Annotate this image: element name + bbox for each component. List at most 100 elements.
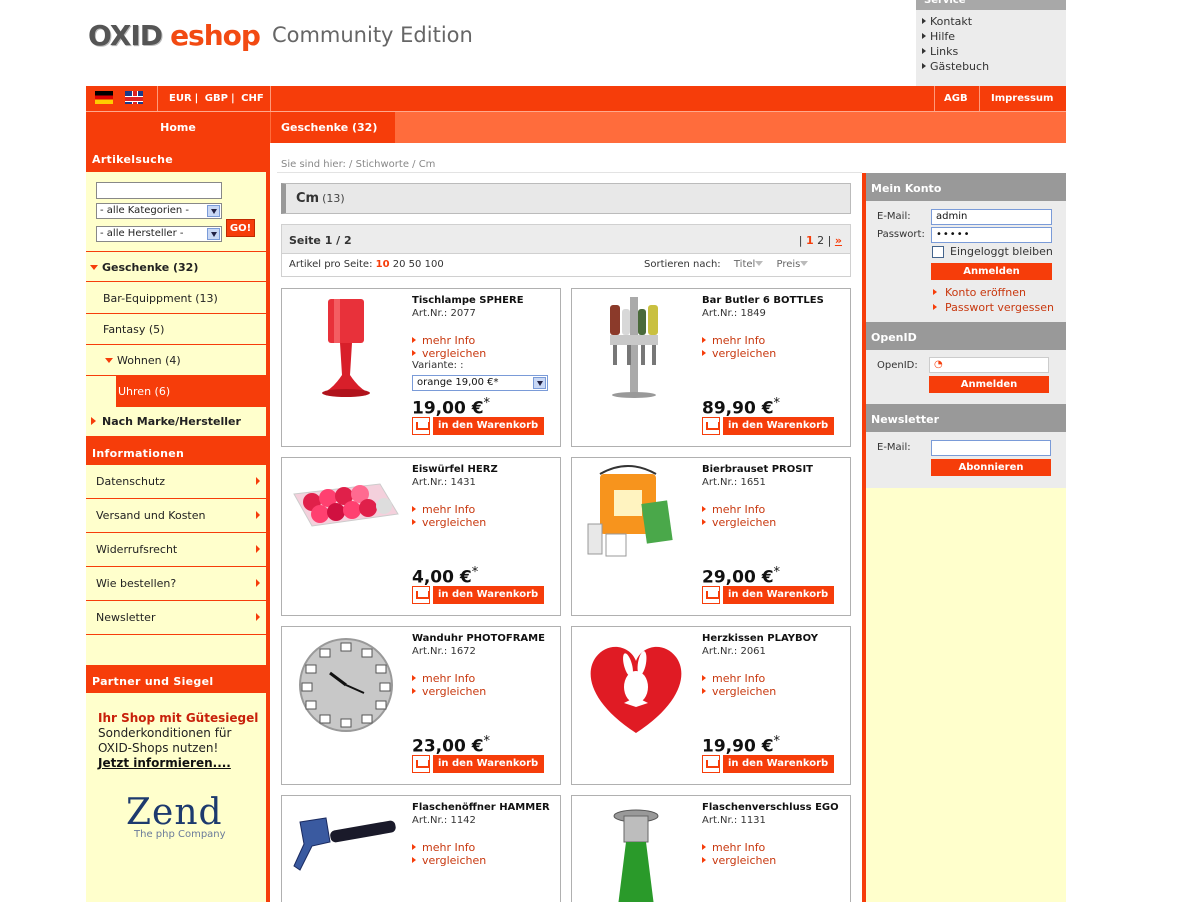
subscribe-button[interactable]: Abonnieren — [931, 459, 1051, 476]
per-page-20[interactable]: 20 — [393, 259, 406, 270]
compare-link[interactable]: vergleichen — [412, 516, 486, 529]
info-link-datenschutz[interactable]: Datenschutz — [86, 465, 266, 499]
product-name[interactable]: Herzkissen PLAYBOY — [702, 633, 818, 644]
cart-icon[interactable] — [412, 417, 430, 435]
compare-link[interactable]: vergleichen — [412, 854, 486, 867]
add-to-cart-button[interactable]: in den Warenkorb — [433, 417, 545, 435]
product-name[interactable]: Bar Butler 6 BOTTLES — [702, 295, 824, 306]
shop-logo[interactable]: OXID eshop Community Edition — [88, 18, 473, 52]
more-info-link[interactable]: mehr Info — [702, 672, 765, 685]
add-to-cart[interactable]: in den Warenkorb — [702, 417, 835, 435]
newsletter-email-input[interactable] — [931, 440, 1051, 456]
openid-input[interactable]: ◔ — [929, 357, 1049, 373]
add-to-cart-button[interactable]: in den Warenkorb — [723, 417, 835, 435]
category-geschenke[interactable]: Geschenke (32) — [86, 251, 266, 282]
variant-select[interactable]: orange 19,00 €* — [412, 375, 548, 391]
category-manufacturer[interactable]: Nach Marke/Hersteller — [86, 407, 266, 437]
product-image-wall-clock[interactable] — [290, 633, 402, 738]
product-name[interactable]: Eiswürfel HERZ — [412, 464, 498, 475]
more-info-link[interactable]: mehr Info — [412, 503, 475, 516]
compare-link[interactable]: vergleichen — [702, 516, 776, 529]
cart-icon[interactable] — [412, 755, 430, 773]
product-image-ice-hearts[interactable] — [290, 464, 402, 569]
more-info-link[interactable]: mehr Info — [702, 841, 765, 854]
cart-icon[interactable] — [412, 586, 430, 604]
cart-icon[interactable] — [702, 417, 720, 435]
add-to-cart[interactable]: in den Warenkorb — [412, 586, 545, 604]
forgot-password-link[interactable]: Passwort vergessen — [933, 301, 1054, 314]
add-to-cart[interactable]: in den Warenkorb — [412, 755, 545, 773]
zend-logo[interactable]: Zend The php Company — [126, 792, 226, 840]
compare-link[interactable]: vergleichen — [412, 347, 486, 360]
more-info-link[interactable]: mehr Info — [412, 334, 475, 347]
add-to-cart-button[interactable]: in den Warenkorb — [723, 755, 835, 773]
more-info-link[interactable]: mehr Info — [702, 334, 765, 347]
add-to-cart[interactable]: in den Warenkorb — [702, 755, 835, 773]
product-image-beer-kit[interactable] — [580, 464, 692, 569]
german-flag-icon[interactable] — [95, 91, 113, 104]
english-flag-icon[interactable] — [125, 91, 143, 104]
compare-link[interactable]: vergleichen — [702, 347, 776, 360]
category-wohnen[interactable]: Wohnen (4) — [86, 345, 266, 376]
cart-icon[interactable] — [702, 755, 720, 773]
search-input[interactable] — [96, 182, 222, 199]
product-image-heart-pillow[interactable] — [580, 633, 692, 738]
info-link-newsletter[interactable]: Newsletter — [86, 601, 266, 635]
add-to-cart-button[interactable]: in den Warenkorb — [433, 755, 545, 773]
per-page-50[interactable]: 50 — [409, 259, 422, 270]
compare-link[interactable]: vergleichen — [702, 685, 776, 698]
per-page-10[interactable]: 10 — [376, 259, 390, 270]
currency-gbp[interactable]: GBP — [205, 93, 228, 104]
sort-by-price[interactable]: Preis — [776, 259, 809, 270]
open-account-link[interactable]: Konto eröffnen — [933, 286, 1026, 299]
currency-eur[interactable]: EUR — [169, 93, 192, 104]
impressum-link[interactable]: Impressum — [991, 93, 1053, 104]
product-name[interactable]: Wanduhr PHOTOFRAME — [412, 633, 545, 644]
add-to-cart[interactable]: in den Warenkorb — [702, 586, 835, 604]
category-bar-equippment[interactable]: Bar-Equippment (13) — [86, 283, 266, 314]
product-name[interactable]: Flaschenverschluss EGO — [702, 802, 839, 813]
agb-link[interactable]: AGB — [944, 93, 968, 104]
add-to-cart[interactable]: in den Warenkorb — [412, 417, 545, 435]
per-page-100[interactable]: 100 — [425, 259, 444, 270]
sort-by-title[interactable]: Titel — [734, 259, 764, 270]
search-go-button[interactable]: GO! — [226, 219, 255, 237]
info-link-widerruf[interactable]: Widerrufsrecht — [86, 533, 266, 567]
service-link-hilfe[interactable]: Hilfe — [922, 29, 1066, 44]
nav-category-geschenke[interactable]: Geschenke (32) — [271, 112, 395, 143]
compare-link[interactable]: vergleichen — [702, 854, 776, 867]
currency-chf[interactable]: CHF — [241, 93, 264, 104]
pager-page-2[interactable]: 2 — [817, 234, 824, 247]
service-link-guestbook[interactable]: Gästebuch — [922, 59, 1066, 74]
more-info-link[interactable]: mehr Info — [702, 503, 765, 516]
more-info-link[interactable]: mehr Info — [412, 841, 475, 854]
product-image-bar-butler[interactable] — [580, 295, 692, 400]
cart-icon[interactable] — [702, 586, 720, 604]
compare-link[interactable]: vergleichen — [412, 685, 486, 698]
pager-next[interactable]: » — [835, 234, 842, 247]
nav-home[interactable]: Home — [86, 112, 270, 143]
pager-page-1[interactable]: 1 — [806, 234, 814, 247]
add-to-cart-button[interactable]: in den Warenkorb — [433, 586, 545, 604]
partner-link[interactable]: Jetzt informieren.... — [98, 756, 258, 771]
service-link-links[interactable]: Links — [922, 44, 1066, 59]
account-password-input[interactable]: ••••• — [931, 227, 1052, 243]
category-select[interactable]: - alle Kategorien - — [96, 203, 222, 219]
product-image-bottle-stopper[interactable] — [580, 802, 692, 902]
product-image-hammer[interactable] — [290, 802, 402, 902]
account-email-input[interactable]: admin — [931, 209, 1052, 225]
more-info-link[interactable]: mehr Info — [412, 672, 475, 685]
product-name[interactable]: Bierbrauset PROSIT — [702, 464, 813, 475]
remember-checkbox[interactable] — [932, 246, 944, 258]
category-uhren[interactable]: Uhren (6) — [116, 376, 266, 407]
product-image-lamp[interactable] — [290, 295, 402, 400]
product-name[interactable]: Flaschenöffner HAMMER — [412, 802, 550, 813]
openid-login-button[interactable]: Anmelden — [929, 376, 1049, 393]
info-link-bestellen[interactable]: Wie bestellen? — [86, 567, 266, 601]
login-button[interactable]: Anmelden — [931, 263, 1052, 280]
category-fantasy[interactable]: Fantasy (5) — [86, 314, 266, 345]
add-to-cart-button[interactable]: in den Warenkorb — [723, 586, 835, 604]
service-link-kontakt[interactable]: Kontakt — [922, 14, 1066, 29]
product-name[interactable]: Tischlampe SPHERE — [412, 295, 524, 306]
info-link-versand[interactable]: Versand und Kosten — [86, 499, 266, 533]
